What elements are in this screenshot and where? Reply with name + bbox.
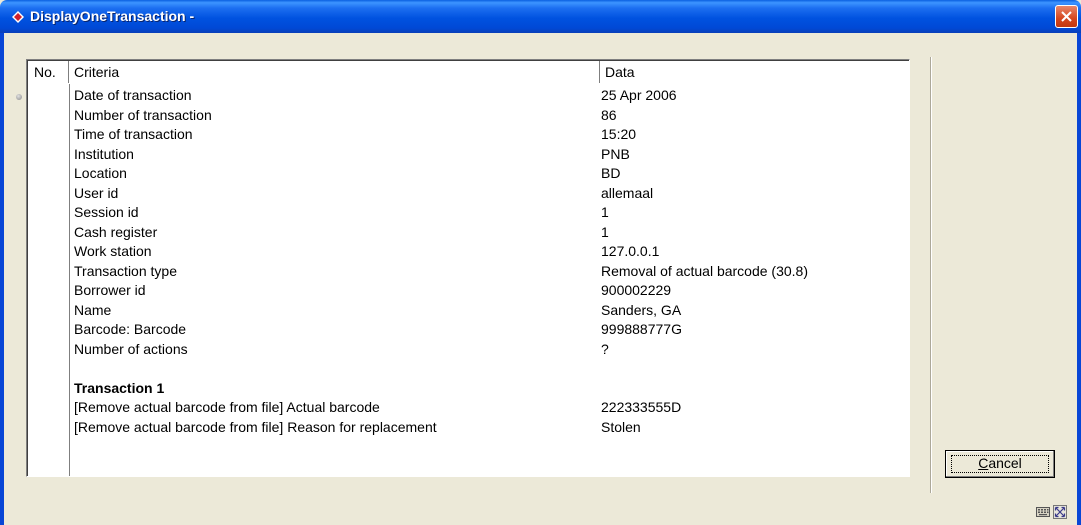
table-row[interactable]: Location BD [27, 164, 911, 184]
cancel-button[interactable]: Cancel [945, 450, 1055, 478]
data-cell: allemaal [601, 184, 654, 201]
data-cell: 999888777G [601, 321, 682, 337]
criteria-cell: Number of actions [74, 340, 188, 357]
criteria-cell: Transaction 1 [74, 379, 165, 396]
criteria-cell: [Remove actual barcode from file] Actual… [74, 399, 380, 415]
data-cell: Stolen [601, 418, 641, 435]
data-cell: 127.0.0.1 [601, 243, 660, 259]
criteria-cell: [Remove actual barcode from file] Reason… [74, 418, 437, 435]
table-row[interactable]: Number of actions? [27, 340, 911, 360]
table-row[interactable]: Number of transaction 86 [27, 106, 911, 126]
table-row[interactable]: [Remove actual barcode from file] Actual… [27, 398, 911, 418]
focus-rectangle [951, 455, 1049, 473]
table-row[interactable]: [Remove actual barcode from file] Reason… [27, 418, 911, 438]
data-cell: 1 [601, 223, 609, 240]
data-cell: 25 Apr 2006 [601, 87, 677, 103]
current-row-indicator [16, 94, 22, 100]
table-row[interactable]: Cash register 1 [27, 223, 911, 243]
criteria-cell: Date of transaction [74, 87, 192, 103]
criteria-cell: Name [74, 301, 112, 318]
criteria-cell: Number of transaction [74, 106, 212, 123]
criteria-cell: Barcode: Barcode [74, 321, 187, 337]
table-row[interactable]: Borrower id 900002229 [27, 281, 911, 301]
panel-divider [930, 57, 932, 493]
data-cell: 15:20 [601, 126, 637, 142]
table-row[interactable]: User id allemaal [27, 184, 911, 204]
column-header-criteria[interactable]: Criteria [69, 61, 600, 83]
table-row[interactable] [27, 359, 911, 379]
table-row[interactable]: Name Sanders, GA [27, 301, 911, 321]
data-cell: 1 [601, 204, 609, 220]
criteria-cell: Cash register [74, 223, 158, 240]
criteria-cell: User id [74, 184, 119, 201]
criteria-cell: Transaction type [74, 262, 177, 279]
table-row[interactable]: Time of transaction 15:20 [27, 125, 911, 145]
data-cell: Removal of actual barcode (30.8) [601, 262, 808, 279]
data-cell: 900002229 [601, 282, 672, 298]
criteria-cell: Location [74, 165, 127, 181]
diamond-app-icon [12, 11, 24, 23]
data-cell: PNB [601, 145, 630, 162]
table-row[interactable]: Session id 1 [27, 203, 911, 223]
column-header-data[interactable]: Data [600, 61, 909, 83]
criteria-cell: Time of transaction [74, 126, 193, 142]
table-row[interactable]: Work station 127.0.0.1 [27, 242, 911, 262]
data-cell: BD [601, 165, 621, 181]
data-cell: Sanders, GA [601, 301, 682, 318]
table-row[interactable]: Date of transaction 25 Apr 2006 [27, 86, 911, 106]
table-row[interactable]: Institution PNB [27, 145, 911, 165]
data-cell: ? [601, 340, 609, 357]
window-title: DisplayOneTransaction - [30, 8, 195, 24]
window-frame-left [0, 33, 4, 525]
column-header-no[interactable]: No. [29, 61, 69, 83]
transaction-grid[interactable]: No. Criteria Data Date of transaction 25 … [26, 59, 910, 477]
table-row[interactable]: Transaction type Removal of actual barcod… [27, 262, 911, 282]
data-cell: 86 [601, 106, 617, 123]
keyboard-icon[interactable] [1036, 506, 1050, 518]
grid-header: No. Criteria Data [29, 61, 909, 83]
criteria-cell: Work station [74, 243, 152, 259]
data-cell: 222333555D [601, 399, 682, 415]
criteria-cell: Institution [74, 145, 134, 162]
close-icon [1061, 11, 1072, 22]
resize-icon[interactable] [1053, 505, 1067, 519]
title-bar[interactable]: DisplayOneTransaction - [0, 0, 1081, 33]
criteria-cell: Borrower id [74, 282, 146, 298]
close-button[interactable] [1055, 5, 1078, 28]
table-row[interactable]: Barcode: Barcode 999888777G [27, 320, 911, 340]
window-frame-right [1077, 33, 1081, 525]
table-row[interactable]: Transaction 1 [27, 379, 911, 399]
grid-rows: Date of transaction 25 Apr 2006 Number of … [27, 86, 911, 437]
criteria-cell: Session id [74, 204, 139, 220]
